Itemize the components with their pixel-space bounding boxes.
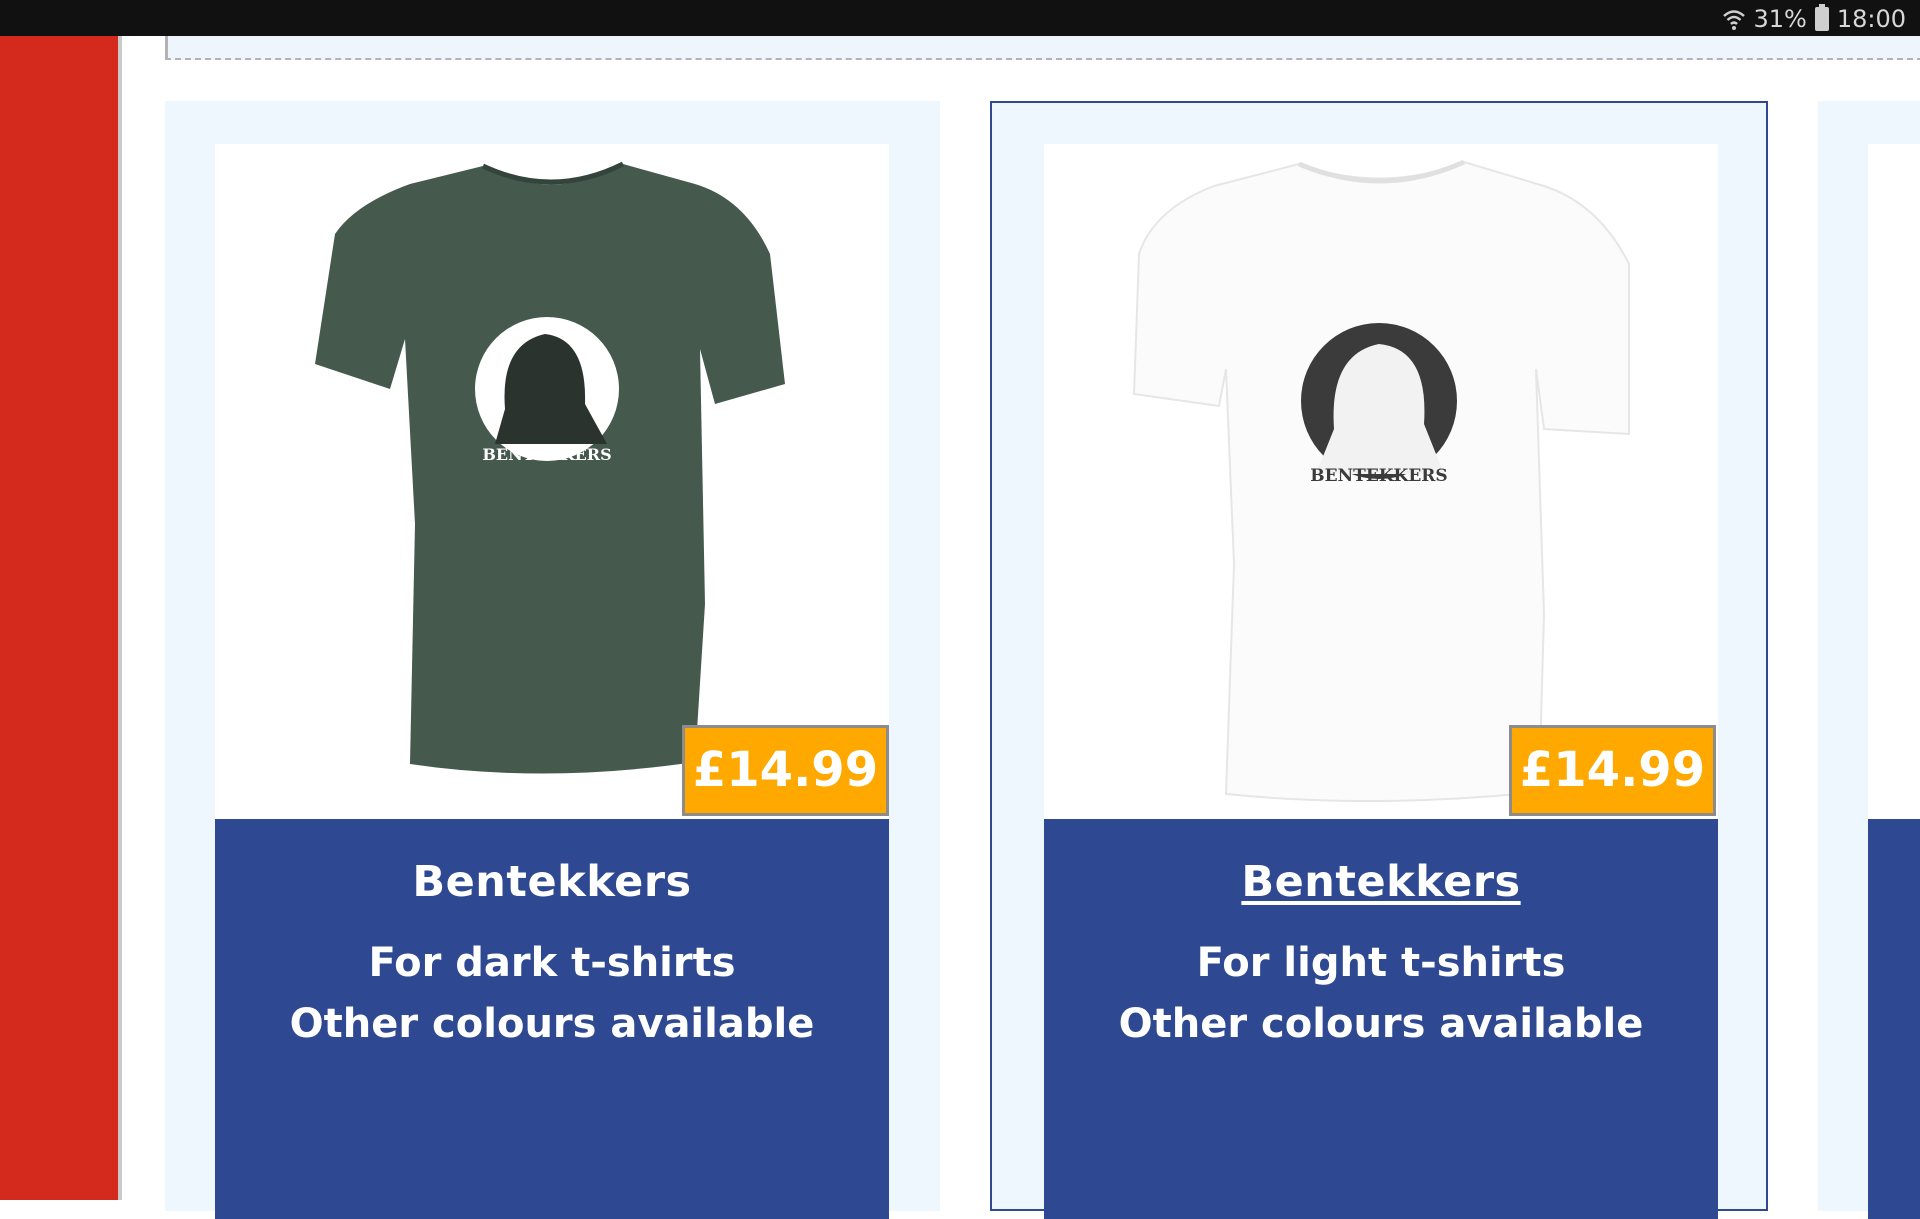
product-card[interactable]: BENTEKKERS £14.99 Bentekkers For light t… xyxy=(990,101,1768,1219)
product-description: For light t-shirts xyxy=(1196,940,1566,986)
product-image[interactable]: BENTEKKERS xyxy=(215,144,889,819)
sidebar-divider xyxy=(118,36,122,1200)
price-tag: £14.99 xyxy=(1509,725,1716,816)
product-colours-note: Other colours available xyxy=(1118,1001,1644,1047)
battery-percent: 31% xyxy=(1753,5,1807,33)
wifi-icon xyxy=(1723,10,1746,30)
print-text: BENTEKKERS xyxy=(1310,466,1447,486)
tshirt-image: BENTEKKERS xyxy=(315,161,785,774)
product-colours-note: Other colours available xyxy=(289,1001,815,1047)
tshirt-shape xyxy=(315,164,785,774)
print-text: BENTEKKERS xyxy=(482,445,611,464)
battery-icon xyxy=(1814,4,1829,31)
clock-time: 18:00 xyxy=(1836,5,1906,33)
status-bar: 31% 18:00 xyxy=(0,0,1920,36)
status-icons: 31% 18:00 xyxy=(1721,4,1906,33)
left-sidebar-accent xyxy=(0,36,118,1200)
product-info-panel[interactable]: Bentekkers For dark t-shirts Other colou… xyxy=(215,819,889,1219)
product-card-partial[interactable] xyxy=(1818,101,1920,1219)
tshirt-image: BENTEKKERS xyxy=(1132,159,1630,803)
product-image[interactable] xyxy=(1868,144,1920,819)
product-card[interactable]: BENTEKKERS £14.99 Bentekkers For dark t-… xyxy=(165,101,940,1219)
price-tag: £14.99 xyxy=(682,725,889,816)
product-title[interactable]: Bentekkers xyxy=(1044,857,1718,907)
top-section-strip xyxy=(165,36,1920,60)
product-title[interactable]: Bentekkers xyxy=(215,857,889,907)
product-description: For dark t-shirts xyxy=(368,940,736,986)
product-info-panel[interactable] xyxy=(1868,819,1920,1219)
product-image[interactable]: BENTEKKERS xyxy=(1044,144,1718,819)
product-info-panel[interactable]: Bentekkers For light t-shirts Other colo… xyxy=(1044,819,1718,1219)
